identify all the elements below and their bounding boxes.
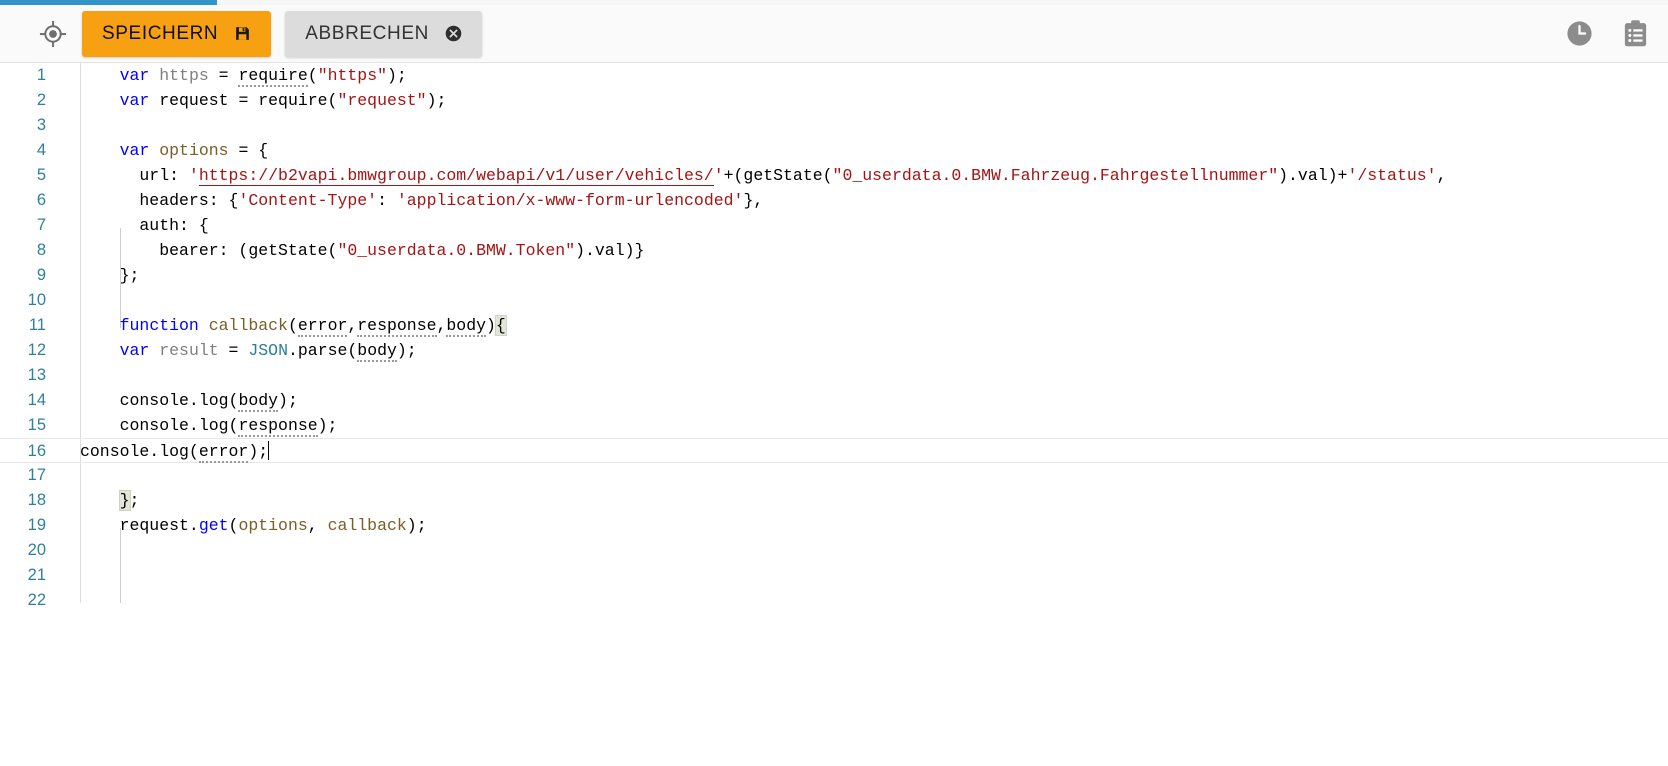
code-lines: 1 var https = require("https");2 var req…	[0, 63, 1668, 613]
line-number: 14	[0, 388, 46, 413]
code-line[interactable]: 10	[0, 288, 1668, 313]
line-number: 6	[0, 188, 46, 213]
code-line[interactable]: 13	[0, 363, 1668, 388]
code-line-text: console.log(response);	[80, 413, 337, 438]
save-button[interactable]: SPEICHERN	[82, 11, 271, 57]
code-line-text: bearer: (getState("0_userdata.0.BMW.Toke…	[80, 238, 644, 263]
code-line[interactable]: 1 var https = require("https");	[0, 63, 1668, 88]
line-number: 7	[0, 213, 46, 238]
code-line-text: };	[80, 488, 139, 513]
clipboard-log-icon[interactable]	[1620, 19, 1650, 49]
line-number: 1	[0, 63, 46, 88]
line-number: 19	[0, 513, 46, 538]
line-number: 8	[0, 238, 46, 263]
line-number: 5	[0, 163, 46, 188]
code-line-text: headers: {'Content-Type': 'application/x…	[80, 188, 763, 213]
line-number: 13	[0, 363, 46, 388]
code-line[interactable]: 11 function callback(error,response,body…	[0, 313, 1668, 338]
line-number: 4	[0, 138, 46, 163]
line-number: 9	[0, 263, 46, 288]
line-number: 18	[0, 488, 46, 513]
line-number: 2	[0, 88, 46, 113]
code-line[interactable]: 5 url: 'https://b2vapi.bmwgroup.com/weba…	[0, 163, 1668, 188]
text-cursor	[268, 441, 269, 460]
toolbar-right-actions	[1564, 19, 1650, 49]
code-line-text: var request = require("request");	[80, 88, 446, 113]
line-number: 11	[0, 313, 46, 338]
line-number: 20	[0, 538, 46, 563]
line-number: 10	[0, 288, 46, 313]
code-line-text: console.log(body);	[80, 388, 298, 413]
code-line[interactable]: 6 headers: {'Content-Type': 'application…	[0, 188, 1668, 213]
code-line[interactable]: 12 var result = JSON.parse(body);	[0, 338, 1668, 363]
code-line-text: auth: {	[80, 213, 209, 238]
code-editor[interactable]: 1 var https = require("https");2 var req…	[0, 63, 1668, 766]
cancel-button-label: ABBRECHEN	[305, 23, 429, 45]
code-line[interactable]: 14 console.log(body);	[0, 388, 1668, 413]
code-line[interactable]: 7 auth: {	[0, 213, 1668, 238]
code-line-text: var options = {	[80, 138, 268, 163]
crosshair-target-icon[interactable]	[38, 19, 68, 49]
line-number: 3	[0, 113, 46, 138]
code-line[interactable]: 17	[0, 463, 1668, 488]
code-line[interactable]: 3	[0, 113, 1668, 138]
code-line-text: };	[80, 263, 139, 288]
editor-toolbar: SPEICHERN ABBRECHEN	[0, 5, 1668, 63]
code-line[interactable]: 9 };	[0, 263, 1668, 288]
line-number: 21	[0, 563, 46, 588]
code-line-text: var result = JSON.parse(body);	[80, 338, 417, 363]
close-circle-icon	[445, 25, 462, 42]
clock-history-icon[interactable]	[1564, 19, 1594, 49]
code-line[interactable]: 4 var options = {	[0, 138, 1668, 163]
line-number: 16	[0, 439, 46, 464]
save-button-label: SPEICHERN	[102, 23, 218, 45]
line-number: 12	[0, 338, 46, 363]
cancel-button[interactable]: ABBRECHEN	[285, 11, 482, 57]
floppy-save-icon	[234, 25, 251, 42]
code-line[interactable]: 2 var request = require("request");	[0, 88, 1668, 113]
code-line-text: request.get(options, callback);	[80, 513, 427, 538]
code-line-text: console.log(error);	[80, 439, 269, 464]
code-line[interactable]: 18 };	[0, 488, 1668, 513]
code-line[interactable]: 15 console.log(response);	[0, 413, 1668, 438]
line-number: 17	[0, 463, 46, 488]
url-link[interactable]: https://b2vapi.bmwgroup.com/webapi/v1/us…	[199, 166, 714, 186]
code-line[interactable]: 21	[0, 563, 1668, 588]
code-line-text: function callback(error,response,body){	[80, 313, 506, 338]
code-line[interactable]: 20	[0, 538, 1668, 563]
code-line[interactable]: 19 request.get(options, callback);	[0, 513, 1668, 538]
code-line-text: url: 'https://b2vapi.bmwgroup.com/webapi…	[80, 163, 1446, 188]
code-line-text: var https = require("https");	[80, 63, 407, 88]
code-line[interactable]: 8 bearer: (getState("0_userdata.0.BMW.To…	[0, 238, 1668, 263]
code-line[interactable]: 16 console.log(error);	[0, 438, 1668, 463]
code-line[interactable]: 22	[0, 588, 1668, 613]
line-number: 15	[0, 413, 46, 438]
line-number: 22	[0, 588, 46, 613]
